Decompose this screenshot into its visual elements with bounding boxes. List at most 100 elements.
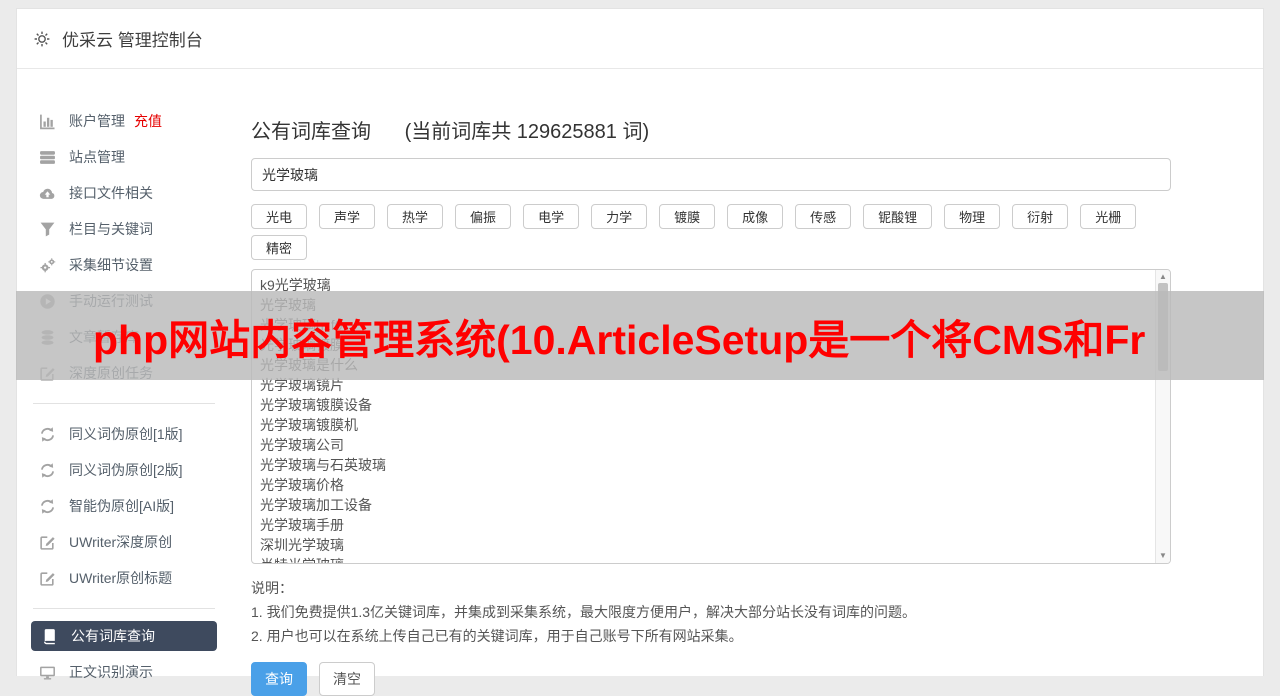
result-row[interactable]: 光学玻璃hzf6: [260, 315, 1146, 335]
result-row[interactable]: 光学玻璃加工设备: [260, 495, 1146, 515]
tag-button-光栅[interactable]: 光栅: [1080, 204, 1137, 229]
scroll-up-arrow[interactable]: ▲: [1156, 270, 1170, 284]
sidebar-item-label: 同义词伪原创[1版]: [69, 426, 183, 442]
book-icon: [41, 628, 58, 645]
sidebar-item-同义词伪原创[2版][interactable]: 同义词伪原创[2版]: [31, 452, 223, 488]
sidebar-item-label: 栏目与关键词: [69, 221, 153, 237]
tag-button-电学[interactable]: 电学: [523, 204, 580, 229]
tag-button-衍射[interactable]: 衍射: [1012, 204, 1069, 229]
tag-button-声学[interactable]: 声学: [319, 204, 376, 229]
tag-button-row: 光电 声学 热学 偏振 电学 力学 镀膜 成像 传感 铌酸锂 物理 衍射 光栅精密: [251, 204, 1171, 260]
play-circle-icon: [39, 293, 56, 310]
edit-icon: [39, 534, 56, 551]
tag-button-物理[interactable]: 物理: [944, 204, 1001, 229]
database-icon: [39, 329, 56, 346]
sidebar-divider: [33, 608, 215, 609]
tag-button-成像[interactable]: 成像: [727, 204, 784, 229]
notes-heading: 说明：: [251, 580, 293, 596]
notes-line-2: 2. 用户也可以在系统上传自己已有的关键词库，用于自己账号下所有网站采集。: [251, 628, 743, 644]
refresh-icon: [39, 498, 56, 515]
sidebar-item-label: 智能伪原创[AI版]: [69, 498, 175, 514]
sidebar-item-手动运行测试[interactable]: 手动运行测试: [31, 283, 223, 319]
gear-icon: [32, 29, 52, 49]
sidebar-item-label: 采集细节设置: [69, 257, 153, 273]
sidebar-item-栏目与关键词[interactable]: 栏目与关键词: [31, 211, 223, 247]
sidebar-item-label: 账户管理: [69, 113, 125, 129]
recharge-link[interactable]: 充值: [134, 111, 162, 131]
sidebar-divider: [33, 403, 215, 404]
sidebar-item-文章暂存库[interactable]: 文章暂存库: [31, 319, 223, 355]
sidebar-item-label: 文章暂存库: [69, 329, 139, 345]
sidebar-item-深度原创任务[interactable]: 深度原创任务: [31, 355, 223, 391]
sidebar-item-智能伪原创[AI版][interactable]: 智能伪原创[AI版]: [31, 488, 223, 524]
refresh-icon: [39, 462, 56, 479]
sidebar-item-采集细节设置[interactable]: 采集细节设置: [31, 247, 223, 283]
sidebar-item-同义词伪原创[1版][interactable]: 同义词伪原创[1版]: [31, 416, 223, 452]
sidebar-item-站点管理[interactable]: 站点管理: [31, 139, 223, 175]
notes-line-1: 1. 我们免费提供1.3亿关键词库，并集成到采集系统，最大限度方便用户，解决大部…: [251, 604, 917, 620]
scrollbar-thumb[interactable]: [1158, 283, 1168, 371]
tag-button-力学[interactable]: 力学: [591, 204, 648, 229]
results-rows: k9光学玻璃 光学玻璃 光学玻璃hzf6 光学玻璃镀膜 光学玻璃是什么 光学玻璃镜片 光学玻…: [252, 270, 1170, 563]
result-row[interactable]: 光学玻璃是什么: [260, 355, 1146, 375]
sidebar-item-label: 公有词库查询: [71, 628, 155, 644]
app-card: 优采云 管理控制台 账户管理 充值站点管理接口文件相关 栏目与关键词 采集细节设置 手动…: [16, 8, 1264, 696]
page-title: 公有词库查询: [251, 121, 371, 143]
sidebar-item-label: 手动运行测试: [69, 293, 153, 309]
tag-button-热学[interactable]: 热学: [387, 204, 444, 229]
result-row[interactable]: 光学玻璃镀膜: [260, 335, 1146, 355]
result-row[interactable]: 光学玻璃价格: [260, 475, 1146, 495]
scrollbar[interactable]: ▲ ▼: [1155, 270, 1170, 563]
result-row[interactable]: 肖特光学玻璃: [260, 555, 1146, 563]
sidebar-item-label: 站点管理: [69, 149, 125, 165]
sidebar-item-label: 同义词伪原创[2版]: [69, 462, 183, 478]
notes-block: 说明： 1. 我们免费提供1.3亿关键词库，并集成到采集系统，最大限度方便用户，…: [251, 576, 1171, 648]
filter-icon: [39, 221, 56, 238]
bar-chart-icon: [39, 113, 56, 130]
clear-button[interactable]: 清空: [319, 662, 375, 696]
result-row[interactable]: 光学玻璃与石英玻璃: [260, 455, 1146, 475]
tag-button-光电[interactable]: 光电: [251, 204, 308, 229]
page-title-row: 公有词库查询 (当前词库共 129625881 词): [251, 115, 1171, 144]
sidebar-item-UWriter深度原创[interactable]: UWriter深度原创: [31, 524, 223, 560]
sidebar-menu: 账户管理 充值站点管理接口文件相关 栏目与关键词 采集细节设置 手动运行测试 文章暂存库深…: [17, 95, 239, 391]
results-listbox[interactable]: k9光学玻璃 光学玻璃 光学玻璃hzf6 光学玻璃镀膜 光学玻璃是什么 光学玻璃镜片 光学玻…: [251, 269, 1171, 564]
sidebar-menu: 公有词库查询 正文识别演示: [17, 621, 239, 690]
result-row[interactable]: 光学玻璃镀膜设备: [260, 395, 1146, 415]
scroll-down-arrow[interactable]: ▼: [1156, 549, 1170, 563]
sidebar-item-label: 接口文件相关: [69, 185, 153, 201]
sidebar-item-UWriter原创标题[interactable]: UWriter原创标题: [31, 560, 223, 596]
result-row[interactable]: 光学玻璃镜片: [260, 375, 1146, 395]
keyword-search-input[interactable]: [251, 158, 1171, 191]
refresh-icon: [39, 426, 56, 443]
monitor-icon: [39, 664, 56, 681]
sidebar-item-label: 深度原创任务: [69, 365, 153, 381]
edit-icon: [39, 365, 56, 382]
app-title: 优采云 管理控制台: [62, 31, 203, 50]
sidebar-item-正文识别演示[interactable]: 正文识别演示: [31, 654, 223, 690]
tag-button-传感[interactable]: 传感: [795, 204, 852, 229]
server-icon: [39, 149, 56, 166]
sidebar-item-账户管理[interactable]: 账户管理 充值: [31, 103, 223, 139]
result-row[interactable]: 光学玻璃: [260, 295, 1146, 315]
result-row[interactable]: 深圳光学玻璃: [260, 535, 1146, 555]
sidebar-item-label: 正文识别演示: [69, 664, 153, 680]
tag-button-精密[interactable]: 精密: [251, 235, 308, 260]
tag-button-偏振[interactable]: 偏振: [455, 204, 512, 229]
action-buttons: 查询 清空: [251, 662, 1171, 696]
result-row[interactable]: 光学玻璃镀膜机: [260, 415, 1146, 435]
main-content: 公有词库查询 (当前词库共 129625881 词) 光电声学热学偏振电学力学镀…: [251, 95, 1171, 696]
word-count-label: (当前词库共 129625881 词): [404, 121, 650, 143]
sidebar-item-公有词库查询[interactable]: 公有词库查询: [31, 621, 217, 651]
tag-button-铌酸锂[interactable]: 铌酸锂: [863, 204, 933, 229]
result-row[interactable]: k9光学玻璃: [260, 275, 1146, 295]
cloud-upload-icon: [39, 185, 56, 202]
query-button[interactable]: 查询: [251, 662, 307, 696]
sidebar-item-接口文件相关[interactable]: 接口文件相关: [31, 175, 223, 211]
result-row[interactable]: 光学玻璃公司: [260, 435, 1146, 455]
sidebar-item-label: UWriter深度原创: [69, 534, 173, 550]
sidebar-menu: 同义词伪原创[1版] 同义词伪原创[2版] 智能伪原创[AI版] UWriter深度原…: [17, 416, 239, 596]
result-row[interactable]: 光学玻璃手册: [260, 515, 1146, 535]
tag-button-镀膜[interactable]: 镀膜: [659, 204, 716, 229]
gears-icon: [39, 257, 56, 274]
